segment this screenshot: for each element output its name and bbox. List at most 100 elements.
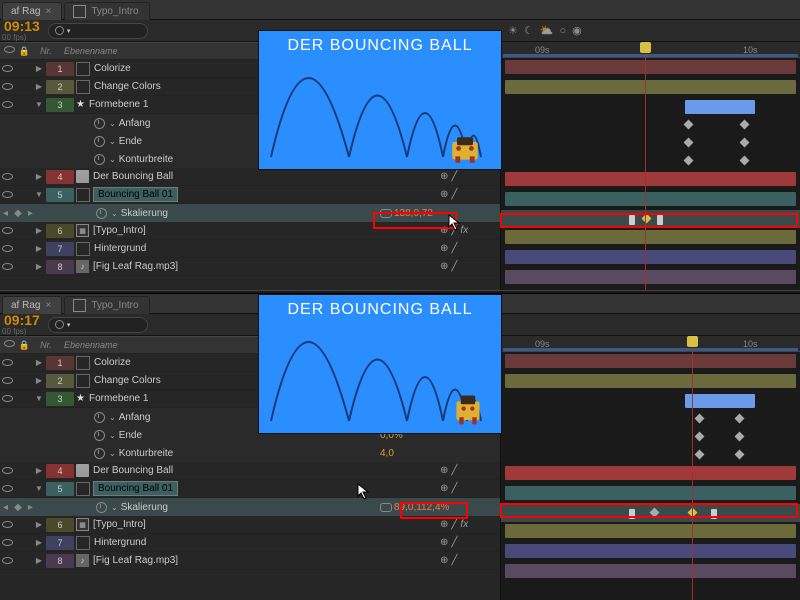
layer-name[interactable]: Change Colors: [94, 375, 161, 386]
eye-icon[interactable]: [2, 101, 13, 108]
keyframe-icon[interactable]: [629, 215, 635, 225]
kf-add-icon[interactable]: ◆: [14, 502, 22, 513]
eye-header-icon[interactable]: [4, 46, 15, 53]
column-name[interactable]: Ebenenname: [58, 46, 118, 56]
property-row[interactable]: ⌄ Konturbreite 4,0: [0, 444, 500, 462]
kf-nav-prev-icon[interactable]: ◂: [3, 502, 8, 513]
expand-arrow-icon[interactable]: ▶: [34, 520, 44, 529]
layer-switches[interactable]: ⊕ ╱: [440, 171, 500, 182]
keyframe-icon[interactable]: [684, 120, 694, 130]
expand-arrow-icon[interactable]: ▶: [34, 64, 44, 73]
timecode[interactable]: 09:17: [2, 313, 42, 327]
keyframe-track[interactable]: [501, 504, 800, 522]
moon-icon[interactable]: ☾: [524, 24, 534, 37]
switch-icon[interactable]: ⊕: [440, 189, 448, 200]
keyframe-icon[interactable]: [684, 138, 694, 148]
eye-icon[interactable]: [2, 467, 13, 474]
time-ruler[interactable]: 09s 10s: [501, 336, 800, 352]
layer-name[interactable]: Hintergrund: [94, 243, 146, 254]
eye-icon[interactable]: [2, 359, 13, 366]
layer-switches[interactable]: ⊕ ╱: [440, 483, 500, 494]
switch-icon[interactable]: ╱: [451, 519, 457, 530]
link-icon[interactable]: [380, 503, 392, 512]
layer-bar[interactable]: [505, 270, 796, 284]
expand-arrow-icon[interactable]: ▼: [34, 190, 44, 199]
layer-name[interactable]: Colorize: [94, 63, 131, 74]
eye-icon[interactable]: [2, 191, 13, 198]
expand-arrow-icon[interactable]: ▶: [34, 172, 44, 181]
layer-name[interactable]: Der Bouncing Ball: [93, 171, 173, 182]
keyframe-icon[interactable]: [740, 156, 750, 166]
keyframe-icon[interactable]: [735, 432, 745, 442]
eye-icon[interactable]: [2, 227, 13, 234]
expand-arrow-icon[interactable]: ▶: [34, 556, 44, 565]
kf-nav-next-icon[interactable]: ▸: [28, 502, 33, 513]
eye-icon[interactable]: [2, 377, 13, 384]
layer-bar[interactable]: [505, 466, 796, 480]
layer-bar[interactable]: [505, 250, 796, 264]
keyframe-icon[interactable]: [735, 414, 745, 424]
layer-bar[interactable]: [505, 354, 796, 368]
switch-icon[interactable]: ⊕: [440, 261, 448, 272]
stopwatch-icon[interactable]: [94, 118, 105, 129]
layer-name[interactable]: Formebene 1: [89, 99, 148, 110]
layer-row[interactable]: ▶ 4 Der Bouncing Ball ⊕ ╱: [0, 462, 500, 480]
property-row[interactable]: ◂◆▸ ⌄ Skalierung 89,0,112,4%: [0, 498, 500, 516]
switch-icon[interactable]: ╱: [451, 261, 457, 272]
eye-header-icon[interactable]: [4, 340, 15, 347]
eye-icon[interactable]: [2, 83, 13, 90]
layer-row[interactable]: ▼ 5 Bouncing Ball 01 ⊕ ╱: [0, 186, 500, 204]
layer-bar[interactable]: [505, 60, 796, 74]
layer-switches[interactable]: ⊕ ╱ fx: [440, 225, 500, 236]
kf-nav-next-icon[interactable]: ▸: [28, 208, 33, 219]
keyframe-track[interactable]: [501, 428, 800, 446]
tab-inactive[interactable]: Typo_Intro: [64, 296, 149, 314]
layer-name[interactable]: Colorize: [94, 357, 131, 368]
playhead[interactable]: [692, 350, 693, 600]
keyframe-track[interactable]: [501, 210, 800, 228]
column-nr[interactable]: Nr.: [34, 46, 58, 56]
keyframe-icon[interactable]: [657, 215, 663, 225]
layer-row[interactable]: ▶ 6 ▦[Typo_Intro] ⊕ ╱ fx: [0, 516, 500, 534]
eye-icon[interactable]: [2, 173, 13, 180]
layer-switches[interactable]: ⊕ ╱ fx: [440, 519, 500, 530]
stopwatch-icon[interactable]: [96, 502, 107, 513]
layer-row[interactable]: ▶ 7 Hintergrund ⊕ ╱: [0, 534, 500, 552]
layer-switches[interactable]: ⊕ ╱: [440, 243, 500, 254]
layer-bar[interactable]: [505, 192, 796, 206]
eye-icon[interactable]: [2, 557, 13, 564]
weather-icon[interactable]: ⛅: [540, 24, 554, 37]
keyframe-icon[interactable]: [695, 450, 705, 460]
layer-bar[interactable]: [505, 524, 796, 538]
work-area-bar[interactable]: [503, 348, 798, 351]
sun-icon[interactable]: ☀: [508, 24, 518, 37]
switch-icon[interactable]: ⊕: [440, 465, 448, 476]
layer-switches[interactable]: ⊕ ╱: [440, 261, 500, 272]
eye-icon[interactable]: [2, 539, 13, 546]
expand-arrow-icon[interactable]: ▼: [34, 394, 44, 403]
layer-switches[interactable]: ⊕ ╱: [440, 537, 500, 548]
expand-arrow-icon[interactable]: ▶: [34, 358, 44, 367]
stopwatch-icon[interactable]: [94, 154, 105, 165]
kf-nav-prev-icon[interactable]: ◂: [3, 208, 8, 219]
layer-bar[interactable]: [505, 80, 796, 94]
eye-icon[interactable]: [2, 485, 13, 492]
playhead[interactable]: [645, 56, 646, 290]
switch-icon[interactable]: ╱: [451, 483, 457, 494]
work-area-bar[interactable]: [503, 54, 798, 57]
stopwatch-icon[interactable]: [94, 412, 105, 423]
layer-row[interactable]: ▶ 4 Der Bouncing Ball ⊕ ╱: [0, 168, 500, 186]
expand-arrow-icon[interactable]: ▶: [34, 376, 44, 385]
layer-bar[interactable]: [685, 100, 755, 114]
layer-name[interactable]: [Fig Leaf Rag.mp3]: [93, 261, 178, 272]
switch-icon[interactable]: ⊕: [440, 519, 448, 530]
property-value[interactable]: 138,0,72: [394, 208, 433, 219]
keyframe-icon[interactable]: [695, 414, 705, 424]
layer-name[interactable]: Bouncing Ball 01: [94, 188, 177, 201]
switch-icon[interactable]: ⊕: [440, 555, 448, 566]
stopwatch-icon[interactable]: [94, 136, 105, 147]
switch-icon[interactable]: ╱: [451, 243, 457, 254]
eye-icon[interactable]: [2, 263, 13, 270]
fx-badge[interactable]: fx: [460, 225, 468, 236]
property-row[interactable]: ◂◆▸ ⌄ Skalierung 138,0,72: [0, 204, 500, 222]
